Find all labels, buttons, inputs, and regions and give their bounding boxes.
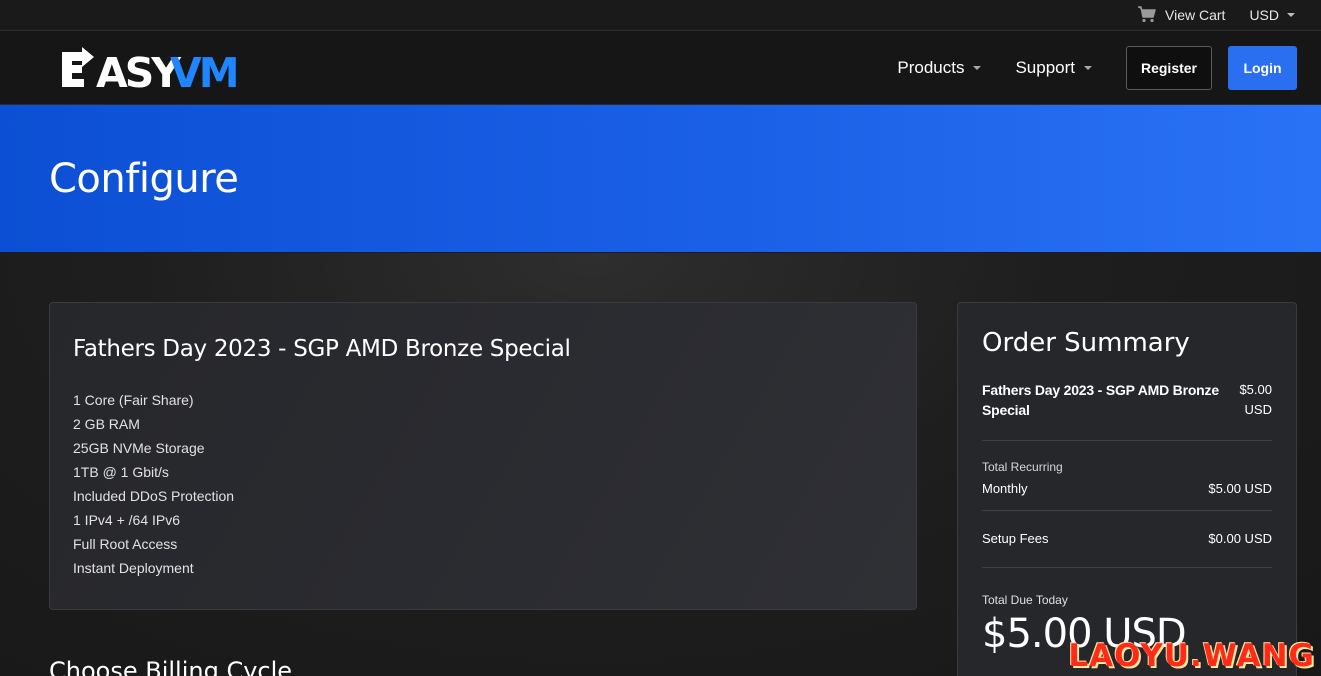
setup-fees-label: Setup Fees xyxy=(982,531,1049,546)
feature-item: 1TB @ 1 Gbit/s xyxy=(73,464,169,480)
main-navbar: ASY VM Products Support Register Login xyxy=(0,31,1321,105)
nav-products[interactable]: Products xyxy=(897,57,982,78)
summary-product-price: $5.00 USD xyxy=(1239,380,1272,420)
currency-label: USD xyxy=(1249,7,1279,23)
summary-product-price-currency: USD xyxy=(1244,402,1272,417)
feature-item: Instant Deployment xyxy=(73,560,194,576)
top-utility-bar: View Cart USD xyxy=(0,0,1321,31)
feature-item: 1 Core (Fair Share) xyxy=(73,392,194,408)
cart-icon xyxy=(1137,5,1157,26)
product-features-list: 1 Core (Fair Share) 2 GB RAM 25GB NVMe S… xyxy=(73,388,893,580)
page-header-banner: Configure xyxy=(0,105,1321,252)
summary-recurring-row: Total Recurring Monthly $5.00 USD xyxy=(982,441,1272,511)
summary-product-row: Fathers Day 2023 - SGP AMD Bronze Specia… xyxy=(982,380,1272,441)
order-summary-title: Order Summary xyxy=(982,328,1190,358)
summary-product-price-value: $5.00 xyxy=(1239,382,1272,397)
chevron-down-icon xyxy=(1287,13,1295,17)
view-cart-label: View Cart xyxy=(1165,7,1226,23)
feature-item: 25GB NVMe Storage xyxy=(73,440,205,456)
chevron-down-icon xyxy=(973,65,982,70)
recurring-cycle: Monthly xyxy=(982,481,1028,496)
watermark-text: LAOYU.WANG xyxy=(1068,638,1315,674)
view-cart-link[interactable]: View Cart xyxy=(1137,5,1225,26)
summary-product-name: Fathers Day 2023 - SGP AMD Bronze Specia… xyxy=(982,382,1219,418)
page-title: Configure xyxy=(49,155,239,202)
nav-products-label: Products xyxy=(897,57,965,77)
nav-support-label: Support xyxy=(1015,57,1075,77)
easyvm-logo[interactable]: ASY VM xyxy=(60,46,242,90)
currency-selector[interactable]: USD xyxy=(1249,7,1295,23)
nav-support[interactable]: Support xyxy=(1015,58,1092,78)
main-content: Fathers Day 2023 - SGP AMD Bronze Specia… xyxy=(0,253,1321,676)
order-summary-panel: Order Summary Fathers Day 2023 - SGP AMD… xyxy=(957,302,1297,676)
logo-image: ASY VM xyxy=(62,46,240,90)
feature-item: 2 GB RAM xyxy=(73,416,140,432)
login-button[interactable]: Login xyxy=(1228,45,1297,90)
setup-fees-amount: $0.00 USD xyxy=(1208,531,1272,546)
svg-text:VM: VM xyxy=(170,49,237,90)
total-due-label: Total Due Today xyxy=(982,593,1068,607)
summary-setup-row: Setup Fees $0.00 USD xyxy=(982,511,1272,568)
product-info-card: Fathers Day 2023 - SGP AMD Bronze Specia… xyxy=(49,302,917,610)
register-button[interactable]: Register xyxy=(1126,45,1212,90)
product-title: Fathers Day 2023 - SGP AMD Bronze Specia… xyxy=(73,336,571,362)
feature-item: 1 IPv4 + /64 IPv6 xyxy=(73,512,181,528)
chevron-down-icon xyxy=(1084,65,1092,70)
feature-item: Full Root Access xyxy=(73,536,178,552)
billing-cycle-heading: Choose Billing Cycle xyxy=(49,657,293,676)
feature-item: Included DDoS Protection xyxy=(73,488,235,504)
recurring-label: Total Recurring xyxy=(982,460,1063,474)
recurring-amount: $5.00 USD xyxy=(1208,481,1272,496)
